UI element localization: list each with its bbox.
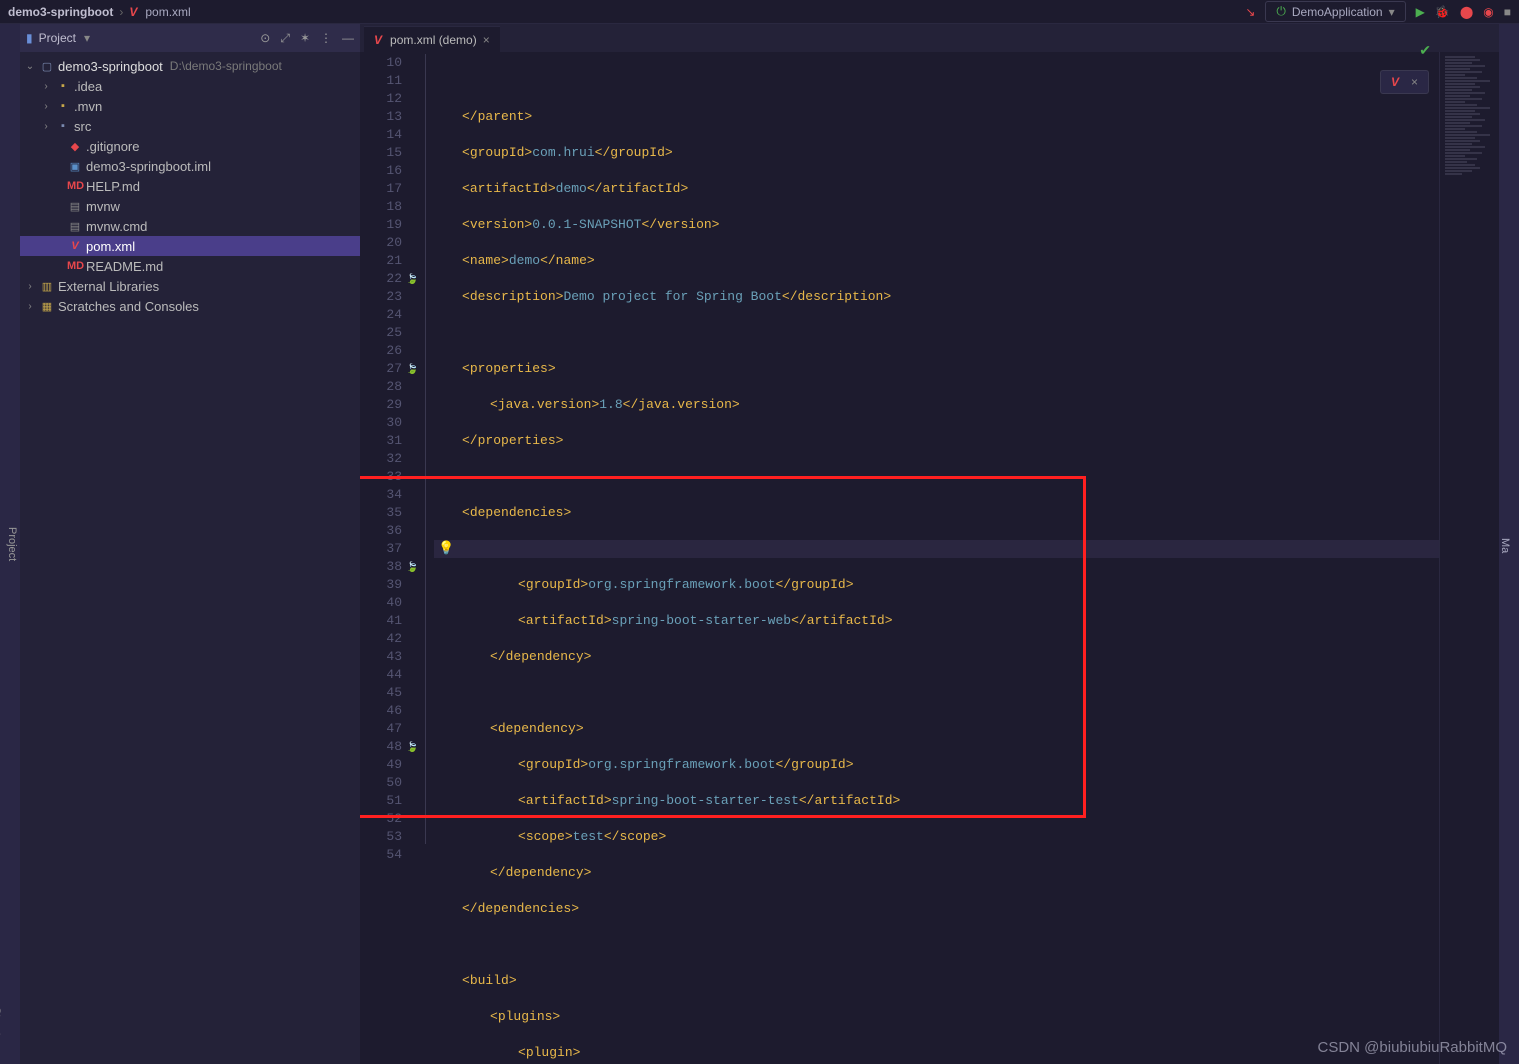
project-panel: ▮ Project ▾ ⊙ ⤢ ✶ ⋮ — ⌄▢ demo3-springboo…: [20, 24, 360, 1064]
maven-icon: V: [129, 5, 137, 19]
tree-help[interactable]: ·MDHELP.md: [20, 176, 360, 196]
run-arrow-icon[interactable]: ↘: [1245, 5, 1255, 19]
close-tab-icon[interactable]: ×: [483, 33, 490, 47]
gutter: 10111213 14151617 18192021 22🍃 23242526 …: [360, 52, 420, 1064]
tree-mvnw[interactable]: ·▤mvnw: [20, 196, 360, 216]
collapse-icon[interactable]: ✶: [300, 31, 310, 46]
rail-project[interactable]: Project: [4, 28, 20, 1060]
editor-tabs: V pom.xml (demo) ×: [360, 24, 1499, 52]
run-button[interactable]: ▶: [1416, 5, 1425, 19]
inspection-ok-icon[interactable]: ✔: [1419, 42, 1431, 59]
breadcrumb-file[interactable]: pom.xml: [145, 5, 190, 19]
watermark: CSDN @biubiubiuRabbitMQ: [1318, 1039, 1507, 1056]
top-bar: demo3-springboot › V pom.xml ↘ ⏻ DemoApp…: [0, 0, 1519, 24]
maven-icon: V: [1391, 75, 1399, 89]
project-panel-title[interactable]: Project: [39, 31, 76, 45]
editor-area: V pom.xml (demo) × 10111213 14151617 181…: [360, 24, 1499, 1064]
gutter-bean-icon[interactable]: 🍃: [406, 272, 418, 284]
project-tree: ⌄▢ demo3-springboot D:\demo3-springboot …: [20, 52, 360, 320]
tree-gitignore[interactable]: ·◆.gitignore: [20, 136, 360, 156]
tree-extlib[interactable]: ›▥External Libraries: [20, 276, 360, 296]
code-content[interactable]: 💡 </parent> <groupId>com.hrui</groupId> …: [434, 52, 1439, 1064]
left-tool-rail: Project Structure tes: [0, 24, 20, 1064]
tree-src[interactable]: ›▪src: [20, 116, 360, 136]
breadcrumb: demo3-springboot › V pom.xml: [8, 5, 191, 19]
maven-icon: V: [374, 33, 382, 47]
intention-bulb-icon[interactable]: 💡: [438, 540, 454, 558]
debug-button[interactable]: 🐞: [1435, 5, 1450, 19]
breadcrumb-project[interactable]: demo3-springboot: [8, 5, 113, 19]
tree-iml[interactable]: ·▣demo3-springboot.iml: [20, 156, 360, 176]
tree-idea[interactable]: ›▪.idea: [20, 76, 360, 96]
minimap[interactable]: [1439, 52, 1499, 1064]
profile-button[interactable]: ◉: [1483, 5, 1493, 19]
stop-button[interactable]: ■: [1504, 5, 1511, 19]
panel-menu-icon[interactable]: ⋮: [320, 31, 332, 46]
tree-mvnwcmd[interactable]: ·▤mvnw.cmd: [20, 216, 360, 236]
expand-icon[interactable]: ⤢: [280, 31, 290, 46]
tree-root[interactable]: ⌄▢ demo3-springboot D:\demo3-springboot: [20, 56, 360, 76]
maven-load-panel[interactable]: V ×: [1380, 70, 1429, 94]
coverage-button[interactable]: ⬤: [1460, 5, 1473, 19]
tree-pom[interactable]: ·Vpom.xml: [20, 236, 360, 256]
tree-scratches[interactable]: ›▦Scratches and Consoles: [20, 296, 360, 316]
project-view-icon: ▮: [26, 31, 33, 45]
close-icon[interactable]: ×: [1411, 75, 1418, 89]
run-config-dropdown[interactable]: ⏻ DemoApplication ▾: [1265, 1, 1405, 22]
gutter-bean-icon[interactable]: 🍃: [406, 362, 418, 374]
hide-panel-icon[interactable]: —: [342, 31, 354, 46]
fold-column: [420, 52, 434, 1064]
editor-body[interactable]: 10111213 14151617 18192021 22🍃 23242526 …: [360, 52, 1499, 1064]
gutter-bean-icon[interactable]: 🍃: [406, 560, 418, 572]
gutter-bean-icon[interactable]: 🍃: [406, 740, 418, 752]
tree-mvn[interactable]: ›▪.mvn: [20, 96, 360, 116]
project-panel-header: ▮ Project ▾ ⊙ ⤢ ✶ ⋮ —: [20, 24, 360, 52]
locate-icon[interactable]: ⊙: [260, 31, 270, 46]
rail-structure[interactable]: Structure: [0, 999, 4, 1060]
tab-pom[interactable]: V pom.xml (demo) ×: [364, 26, 500, 52]
right-tool-rail[interactable]: Ma: [1499, 24, 1519, 1064]
tree-readme[interactable]: ·MDREADME.md: [20, 256, 360, 276]
